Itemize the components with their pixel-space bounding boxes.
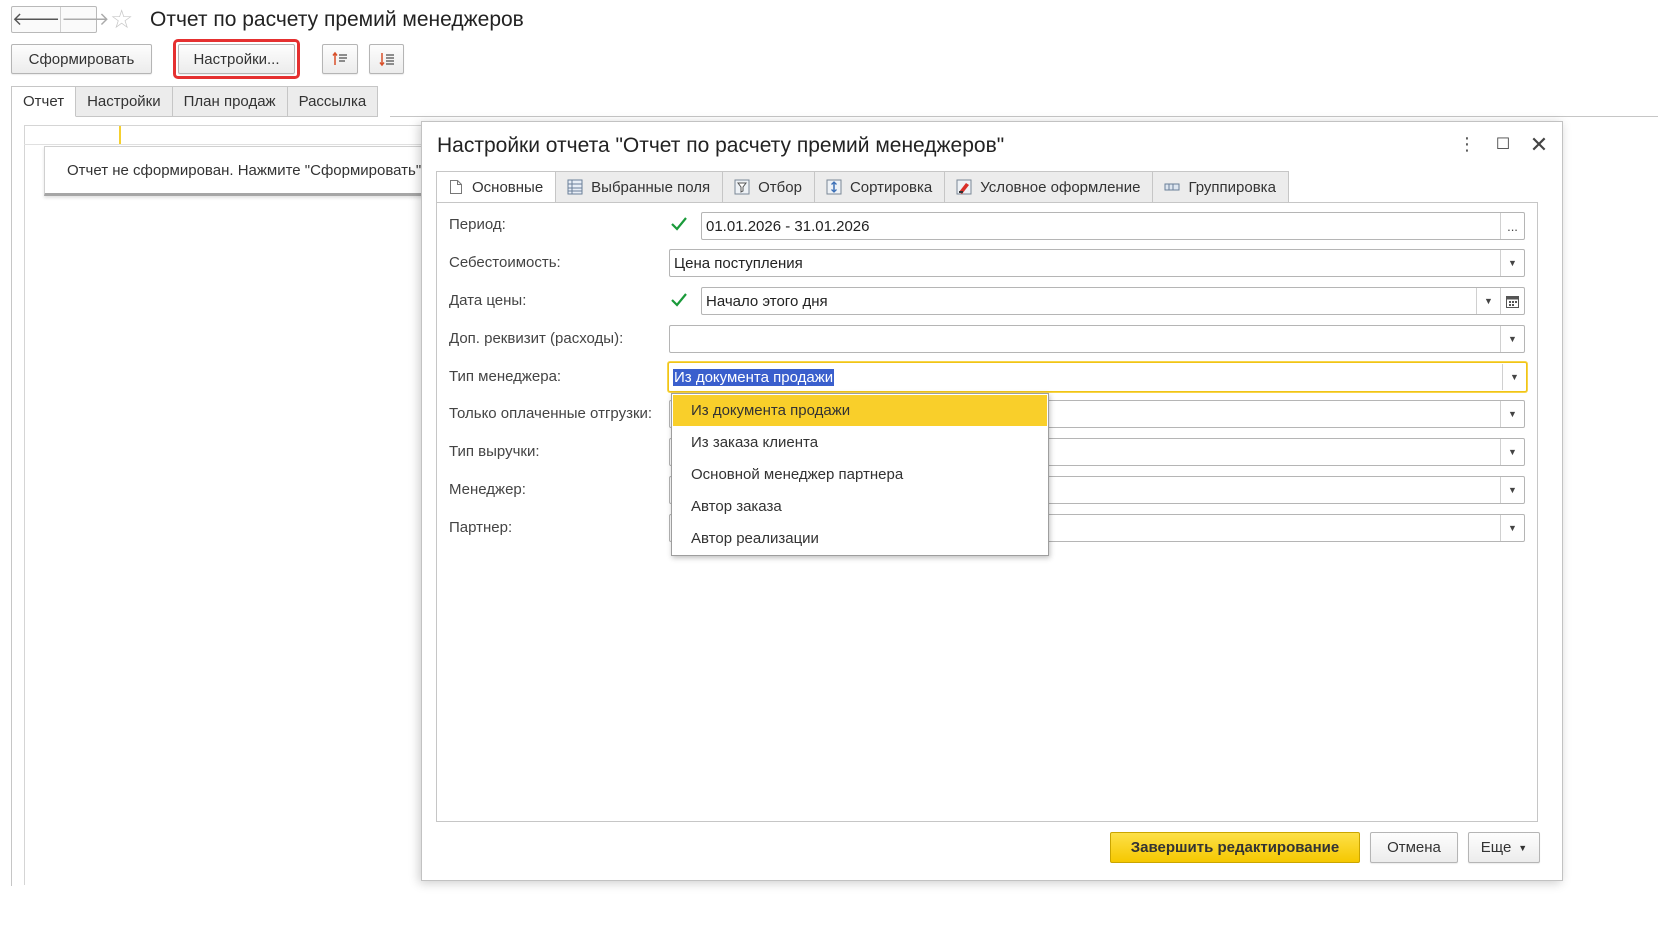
cancel-button[interactable]: Отмена <box>1370 832 1458 863</box>
dialog-tab-main[interactable]: Основные <box>436 171 557 203</box>
page-title: Отчет по расчету премий менеджеров <box>150 8 524 31</box>
more-button-label: Еще <box>1480 839 1512 856</box>
settings-button[interactable]: Настройки... <box>178 44 295 74</box>
favorite-star-icon[interactable]: ☆ <box>110 5 133 33</box>
report-spreadsheet[interactable] <box>24 125 424 885</box>
sort-ascending-button[interactable] <box>322 44 358 74</box>
period-field[interactable]: 01.01.2026 - 31.01.2026 ... <box>701 212 1525 240</box>
price-date-checkbox[interactable] <box>670 291 688 309</box>
dropdown-option[interactable]: Из документа продажи <box>673 395 1047 426</box>
dialog-tab-conditional-format[interactable]: Условное оформление <box>945 171 1154 203</box>
chevron-down-icon: ▼ <box>1518 842 1528 853</box>
document-icon <box>447 178 465 196</box>
back-arrow-icon[interactable]: 🡐 <box>12 7 60 32</box>
report-cursor <box>119 126 121 144</box>
tab-divider <box>390 116 1658 117</box>
dialog-tab-selected-fields[interactable]: Выбранные поля <box>556 171 724 203</box>
period-value: 01.01.2026 - 31.01.2026 <box>706 217 870 235</box>
period-checkbox[interactable] <box>670 215 688 233</box>
chevron-down-icon[interactable]: ▼ <box>1500 250 1524 276</box>
finish-editing-button[interactable]: Завершить редактирование <box>1110 832 1360 863</box>
price-date-value: Начало этого дня <box>706 292 828 310</box>
generate-button[interactable]: Сформировать <box>11 44 152 74</box>
partner-label: Партнер: <box>449 519 513 536</box>
manager-type-dropdown: Из документа продажи Из заказа клиента О… <box>671 393 1049 556</box>
report-not-generated-note: Отчет не сформирован. Нажмите "Сформиров… <box>44 146 434 196</box>
period-label: Период: <box>449 216 506 233</box>
grouping-icon <box>1163 178 1181 196</box>
sort-descending-button[interactable] <box>369 44 404 74</box>
extra-attribute-label: Доп. реквизит (расходы): <box>449 330 624 347</box>
dialog-tab-label: Основные <box>472 178 544 196</box>
chevron-down-icon[interactable]: ▼ <box>1476 288 1500 314</box>
dialog-tab-label: Условное оформление <box>980 178 1141 196</box>
content-frame-border <box>11 116 12 886</box>
sort-icon <box>825 178 843 196</box>
fields-icon <box>566 178 584 196</box>
cost-value: Цена поступления <box>674 254 803 272</box>
sort-descending-icon <box>378 53 394 67</box>
tab-mailing[interactable]: Рассылка <box>287 86 379 117</box>
checkmark-icon <box>671 217 687 231</box>
tab-settings[interactable]: Настройки <box>76 86 173 117</box>
filter-icon <box>733 178 751 196</box>
tab-sales-plan[interactable]: План продаж <box>172 86 288 117</box>
dialog-tab-label: Выбранные поля <box>591 178 711 196</box>
dialog-tab-label: Группировка <box>1188 178 1276 196</box>
paid-only-label: Только оплаченные отгрузки: <box>449 405 653 422</box>
manager-type-label: Тип менеджера: <box>449 368 562 385</box>
manager-type-field[interactable]: Из документа продажи ▼ <box>668 362 1527 392</box>
dialog-tab-filter[interactable]: Отбор <box>723 171 815 203</box>
cost-field[interactable]: Цена поступления ▼ <box>669 249 1525 277</box>
chevron-down-icon[interactable]: ▼ <box>1500 439 1524 465</box>
sort-ascending-icon <box>332 51 347 65</box>
more-button[interactable]: Еще ▼ <box>1468 832 1540 863</box>
conditional-format-icon <box>955 178 973 196</box>
chevron-down-icon[interactable]: ▼ <box>1500 477 1524 503</box>
price-date-field[interactable]: Начало этого дня ▼ <box>701 287 1525 315</box>
dialog-title: Настройки отчета "Отчет по расчету преми… <box>437 134 1005 157</box>
maximize-icon[interactable]: ☐ <box>1494 134 1512 158</box>
dropdown-option[interactable]: Из заказа клиента <box>672 426 1048 458</box>
dialog-tab-label: Сортировка <box>849 178 933 196</box>
forward-arrow-icon[interactable]: 🡒 <box>60 7 110 32</box>
price-date-label: Дата цены: <box>449 292 527 309</box>
chevron-down-icon[interactable]: ▼ <box>1500 401 1524 427</box>
calendar-icon[interactable] <box>1500 288 1524 314</box>
extra-attribute-field[interactable]: ▼ <box>669 325 1525 353</box>
dialog-tab-sort[interactable]: Сортировка <box>814 171 946 203</box>
manager-label: Менеджер: <box>449 481 526 498</box>
checkmark-icon <box>671 293 687 307</box>
revenue-type-label: Тип выручки: <box>449 443 540 460</box>
navigation-buttons: 🡐 🡒 <box>11 6 110 33</box>
cost-label: Себестоимость: <box>449 254 561 271</box>
dialog-tabs: Основные Выбранные поля Отбор Сортировка… <box>436 171 1289 203</box>
dialog-tab-grouping[interactable]: Группировка <box>1153 171 1289 203</box>
manager-type-value: Из документа продажи <box>673 368 835 386</box>
report-grid-line <box>24 144 424 145</box>
dropdown-option[interactable]: Основной менеджер партнера <box>672 458 1048 490</box>
tab-report[interactable]: Отчет <box>11 86 77 117</box>
dropdown-option[interactable]: Автор заказа <box>672 490 1048 522</box>
dropdown-option[interactable]: Автор реализации <box>672 522 1048 554</box>
chevron-down-icon[interactable]: ▼ <box>1500 326 1524 352</box>
more-vertical-icon[interactable]: ⋮ <box>1458 134 1476 158</box>
dialog-tab-label: Отбор <box>758 178 802 196</box>
period-select-button[interactable]: ... <box>1500 213 1524 239</box>
main-tabs: Отчет Настройки План продаж Рассылка <box>11 86 379 117</box>
chevron-down-icon[interactable]: ▼ <box>1500 515 1524 541</box>
chevron-down-icon[interactable]: ▼ <box>1502 364 1526 390</box>
close-icon[interactable]: ✕ <box>1528 132 1550 158</box>
